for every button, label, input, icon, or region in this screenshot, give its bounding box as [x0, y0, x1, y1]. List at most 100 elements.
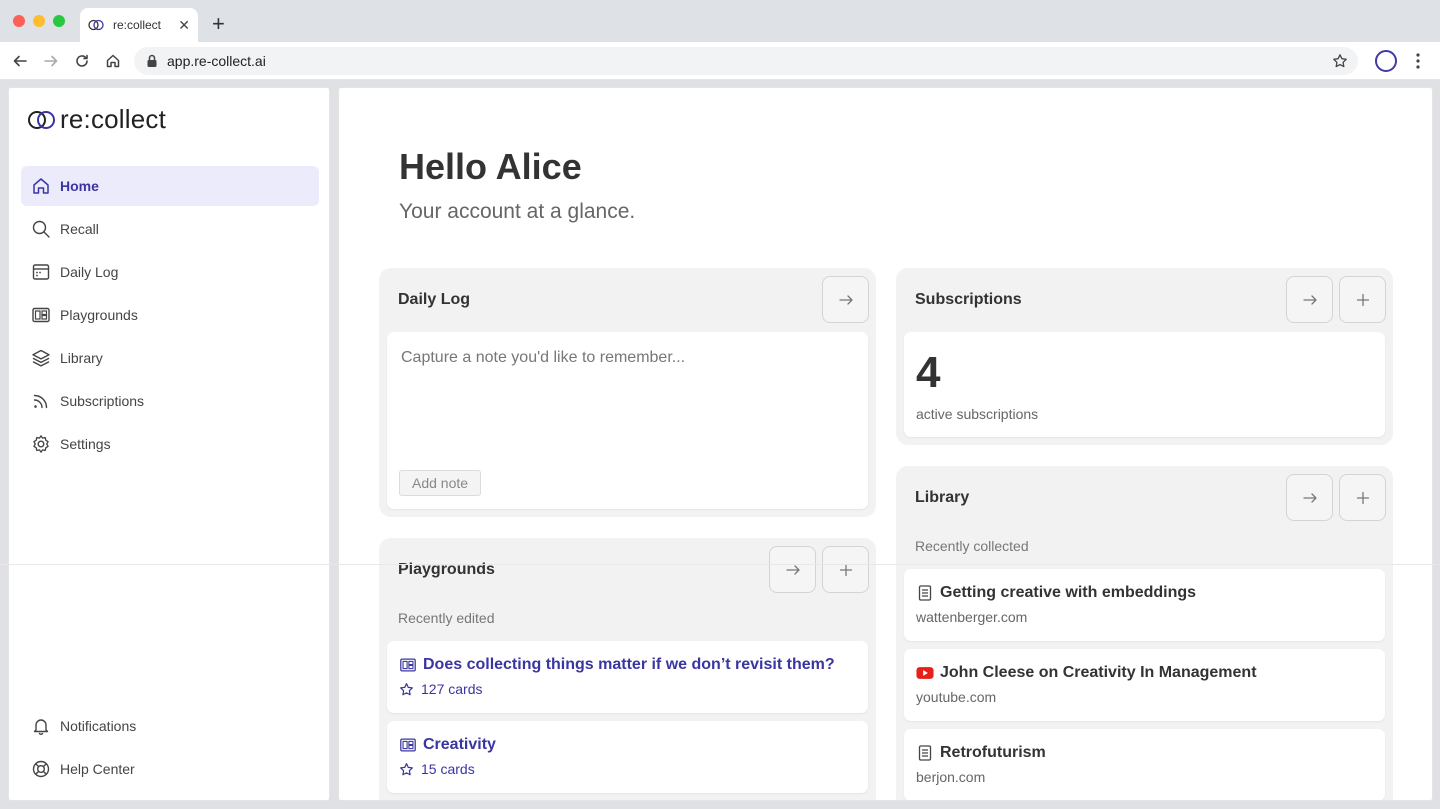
card-title: Daily Log	[398, 291, 471, 308]
card-title: Library	[915, 489, 970, 506]
bell-icon	[33, 719, 49, 735]
list-item[interactable]: Creativity 15 cards	[387, 721, 868, 793]
arrow-right-icon	[44, 55, 58, 67]
library-open-button[interactable]	[1286, 474, 1333, 521]
sidebar-item-label: Daily Log	[60, 264, 119, 280]
browser-tab[interactable]: re:collect ✕	[80, 8, 198, 42]
playgrounds-add-button[interactable]	[822, 546, 869, 593]
playground-title: Does collecting things matter if we don’…	[399, 656, 835, 674]
daily-log-open-button[interactable]	[822, 276, 869, 323]
list-item[interactable]: Does collecting things matter if we don’…	[387, 641, 868, 713]
sidebar-item-help-center[interactable]: Help Center	[21, 749, 319, 789]
library-add-button[interactable]	[1339, 474, 1386, 521]
divider-line	[0, 564, 1440, 565]
library-item-title: Retrofuturism	[916, 744, 1046, 762]
library-item-source: youtube.com	[916, 689, 997, 705]
note-editor[interactable]: Capture a note you'd like to remember...…	[387, 332, 868, 509]
maximize-window-button[interactable]	[53, 15, 65, 27]
playground-title: Creativity	[399, 736, 496, 754]
sidebar-item-home[interactable]: Home	[21, 166, 319, 206]
plus-icon	[1356, 491, 1369, 504]
library-item-title: John Cleese on Creativity In Management	[916, 664, 1257, 682]
sidebar-item-daily-log[interactable]: Daily Log	[21, 252, 319, 292]
sidebar-item-label: Library	[60, 350, 103, 366]
subscription-count: 4	[916, 348, 941, 397]
sidebar: re:collect Home Recall Daily Log Playgro…	[8, 87, 330, 801]
sidebar-item-notifications[interactable]: Notifications	[21, 706, 319, 746]
list-item[interactable]: John Cleese on Creativity In Management …	[904, 649, 1385, 721]
main-content: Hello Alice Your account at a glance. Da…	[338, 87, 1433, 801]
tab-title: re:collect	[113, 18, 162, 32]
sidebar-item-settings[interactable]: Settings	[21, 424, 319, 464]
arrow-right-icon	[838, 294, 853, 305]
rss-icon	[33, 394, 48, 409]
layers-icon	[32, 349, 50, 367]
card-subheading: Recently edited	[398, 610, 495, 626]
sidebar-item-library[interactable]: Library	[21, 338, 319, 378]
library-item-title: Getting creative with embeddings	[916, 584, 1196, 602]
card-count-text: 127 cards	[421, 681, 483, 697]
subscriptions-open-button[interactable]	[1286, 276, 1333, 323]
reload-icon	[76, 54, 88, 67]
library-item-title-text[interactable]: Retrofuturism	[940, 744, 1046, 762]
tab-close-icon[interactable]: ✕	[178, 17, 190, 34]
subscriptions-card: Subscriptions 4 active subscriptions	[896, 268, 1393, 445]
close-window-button[interactable]	[13, 15, 25, 27]
back-button[interactable]	[10, 51, 30, 71]
arrow-left-icon	[13, 55, 27, 67]
sidebar-item-label: Subscriptions	[60, 393, 145, 409]
profile-avatar[interactable]	[1375, 50, 1397, 72]
sidebar-item-label: Home	[60, 178, 99, 194]
recollect-favicon-icon	[88, 19, 104, 31]
playground-title-text[interactable]: Creativity	[423, 736, 496, 754]
playgrounds-card: Playgrounds Recently edited Does collect…	[379, 538, 876, 800]
arrow-right-icon	[1302, 294, 1317, 305]
search-icon	[32, 220, 50, 238]
card-count-text: 15 cards	[421, 761, 475, 777]
bookmark-star-icon[interactable]	[1332, 53, 1348, 69]
playgrounds-open-button[interactable]	[769, 546, 816, 593]
page-subtitle: Your account at a glance.	[399, 200, 636, 223]
star-icon	[400, 682, 413, 695]
home-icon	[106, 54, 120, 68]
sidebar-item-label: Recall	[60, 221, 99, 237]
library-item-source: berjon.com	[916, 769, 986, 785]
home-icon	[33, 178, 49, 194]
gear-icon	[33, 435, 49, 453]
library-card: Library Recently collected Getting creat…	[896, 466, 1393, 800]
url-text: app.re-collect.ai	[167, 53, 266, 69]
sidebar-item-label: Notifications	[60, 718, 137, 734]
lifebuoy-icon	[32, 760, 50, 778]
sidebar-item-playgrounds[interactable]: Playgrounds	[21, 295, 319, 335]
card-subheading: Recently collected	[915, 538, 1029, 554]
list-item[interactable]: Retrofuturism berjon.com	[904, 729, 1385, 800]
sidebar-item-subscriptions[interactable]: Subscriptions	[21, 381, 319, 421]
new-tab-button[interactable]: +	[212, 10, 225, 38]
library-item-source: wattenberger.com	[916, 609, 1028, 625]
home-browser-button[interactable]	[103, 51, 123, 71]
playground-icon	[400, 738, 416, 752]
star-icon	[400, 762, 413, 775]
forward-button[interactable]	[41, 51, 61, 71]
playground-icon	[400, 658, 416, 672]
sidebar-item-label: Settings	[60, 436, 111, 452]
address-bar[interactable]: app.re-collect.ai	[134, 47, 1358, 75]
add-note-button[interactable]: Add note	[399, 470, 482, 496]
sidebar-item-recall[interactable]: Recall	[21, 209, 319, 249]
document-icon	[918, 745, 932, 761]
lock-icon	[147, 54, 157, 67]
minimize-window-button[interactable]	[33, 15, 45, 27]
library-item-title-text[interactable]: John Cleese on Creativity In Management	[940, 664, 1257, 682]
youtube-icon	[916, 667, 934, 679]
library-item-title-text[interactable]: Getting creative with embeddings	[940, 584, 1196, 602]
page-title: Hello Alice	[399, 146, 582, 187]
note-input-placeholder[interactable]: Capture a note you'd like to remember...	[401, 349, 685, 367]
more-menu-icon[interactable]	[1410, 51, 1426, 71]
card-count: 127 cards	[399, 681, 482, 697]
reload-button[interactable]	[72, 51, 92, 71]
playground-title-text[interactable]: Does collecting things matter if we don’…	[423, 656, 835, 674]
subscriptions-add-button[interactable]	[1339, 276, 1386, 323]
list-item[interactable]: Getting creative with embeddings wattenb…	[904, 569, 1385, 641]
daily-log-card: Daily Log Capture a note you'd like to r…	[379, 268, 876, 517]
app-logo[interactable]: re:collect	[27, 104, 166, 135]
